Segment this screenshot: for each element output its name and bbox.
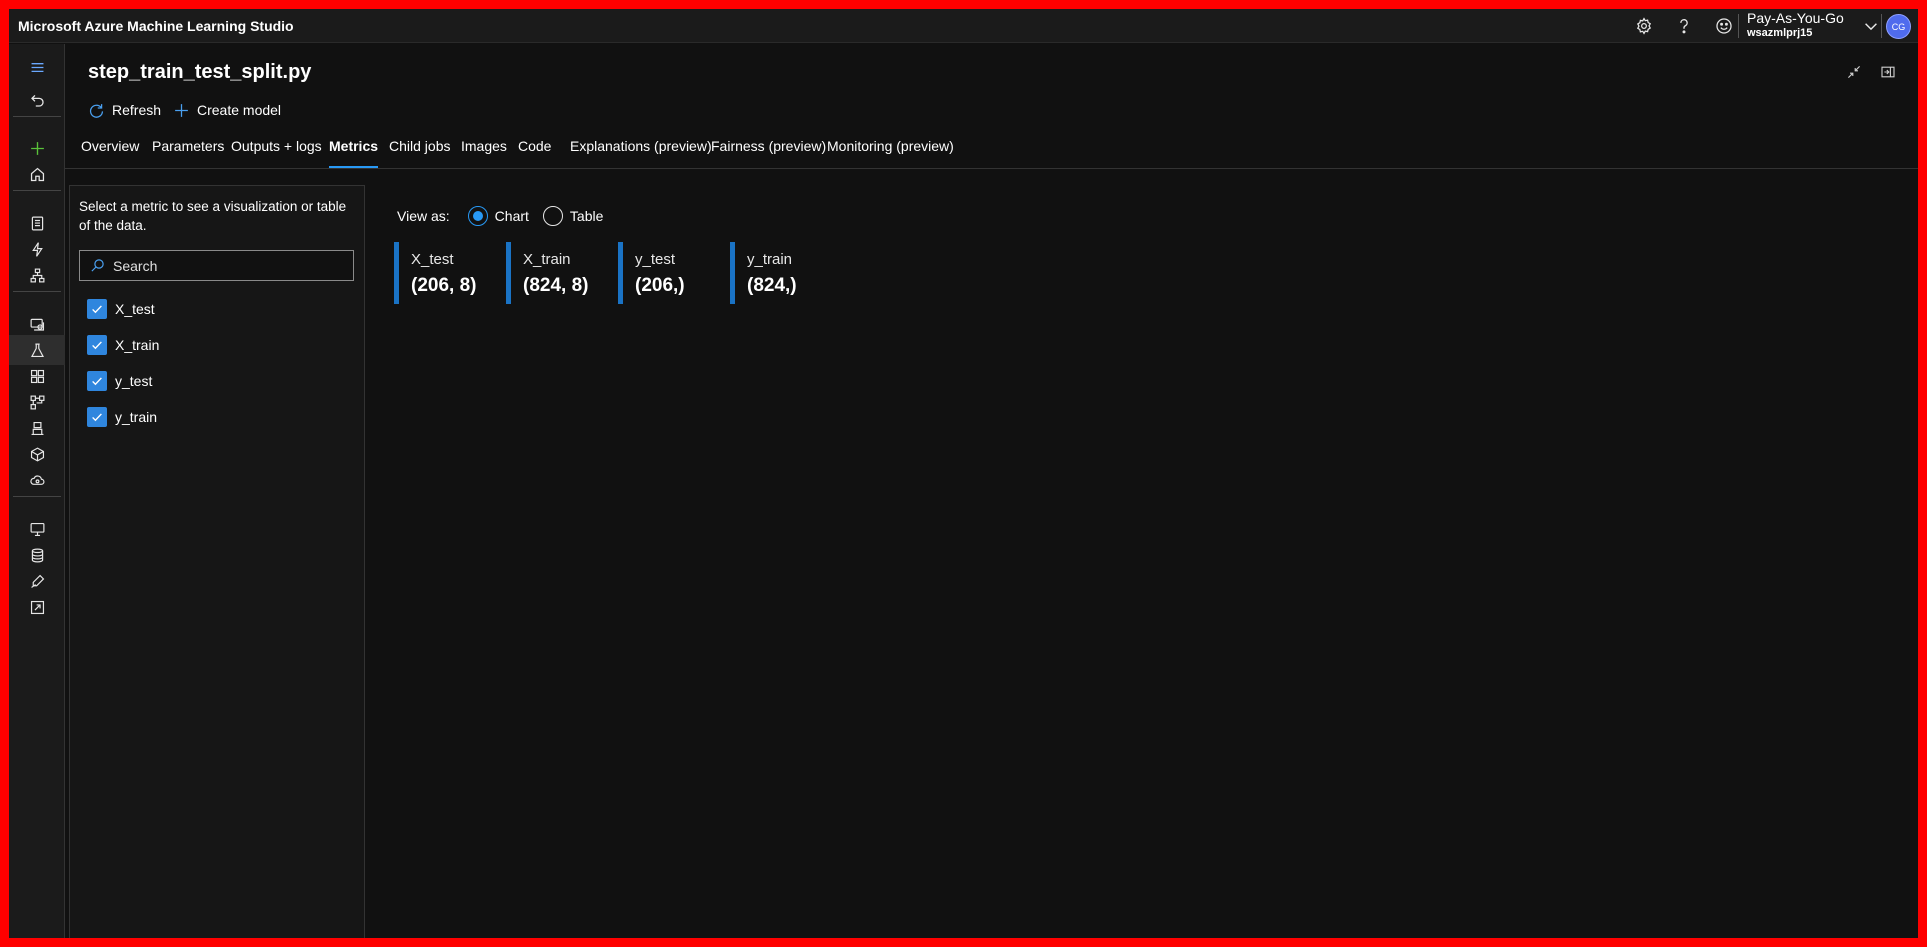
top-bar: Microsoft Azure Machine Learning Studio …	[9, 9, 1918, 43]
top-divider	[1881, 14, 1882, 38]
search-input[interactable]	[113, 257, 333, 274]
collapse-icon[interactable]	[1841, 61, 1867, 83]
metric-item-x-test[interactable]: X_test	[87, 298, 155, 320]
tab-images[interactable]: Images	[461, 138, 507, 168]
create-model-button[interactable]: Create model	[173, 99, 281, 121]
home-icon[interactable]	[9, 159, 65, 189]
avatar[interactable]: CG	[1886, 14, 1911, 39]
panel-toggle-icon[interactable]	[1875, 61, 1901, 83]
tile-name: y_train	[747, 251, 793, 268]
radio-selected[interactable]	[467, 206, 488, 226]
tab-child-jobs[interactable]: Child jobs	[389, 138, 450, 168]
tile-value: (206,)	[635, 275, 685, 296]
top-divider	[1738, 14, 1739, 38]
page-title: step_train_test_split.py	[88, 61, 312, 83]
radio-unselected[interactable]	[542, 206, 563, 226]
view-as-control: View as: Chart Table	[397, 205, 603, 227]
radio-chart[interactable]: Chart	[467, 206, 529, 226]
metric-label: X_train	[115, 337, 160, 353]
tab-parameters[interactable]: Parameters	[152, 138, 224, 168]
workspace-name[interactable]: wsazmlprj15	[1747, 27, 1812, 39]
refresh-icon	[89, 103, 104, 118]
radio-chart-label: Chart	[494, 208, 529, 224]
tab-outputs-logs[interactable]: Outputs + logs	[231, 138, 322, 168]
tab-overview[interactable]: Overview	[81, 138, 139, 168]
metric-tile-y-train: y_train (824,)	[730, 242, 830, 304]
nav-divider	[13, 116, 61, 117]
plus-icon	[175, 103, 188, 117]
tab-metrics[interactable]: Metrics	[329, 138, 379, 168]
tile-name: X_test	[411, 251, 454, 268]
checkbox-checked[interactable]	[87, 371, 107, 391]
linked-services-icon[interactable]	[9, 592, 65, 622]
metric-tile-y-test: y_test (206,)	[618, 242, 718, 304]
check-icon	[92, 413, 102, 422]
designer-icon[interactable]	[9, 260, 65, 290]
refresh-label: Refresh	[112, 102, 162, 118]
check-icon	[92, 377, 102, 386]
hamburger-menu-icon[interactable]	[9, 52, 65, 82]
settings-icon[interactable]	[1631, 14, 1657, 38]
metric-search[interactable]	[79, 250, 354, 281]
tile-name: X_train	[523, 251, 571, 268]
feedback-smiley-icon[interactable]	[1711, 14, 1737, 38]
tile-value: (824, 8)	[523, 275, 589, 296]
metric-tile-x-test: X_test (206, 8)	[394, 242, 494, 304]
app-title: Microsoft Azure Machine Learning Studio	[18, 18, 294, 34]
endpoints-icon[interactable]	[9, 465, 65, 495]
left-nav	[9, 44, 65, 938]
tab-explanations[interactable]: Explanations (preview)	[570, 138, 712, 168]
metric-tile-x-train: X_train (824, 8)	[506, 242, 606, 304]
view-as-label: View as:	[397, 208, 450, 224]
tile-value: (824,)	[747, 275, 797, 296]
subscription-name[interactable]: Pay-As-You-Go	[1747, 10, 1844, 26]
nav-divider	[13, 496, 61, 497]
create-model-label: Create model	[197, 102, 282, 118]
tab-fairness[interactable]: Fairness (preview)	[711, 138, 826, 168]
search-icon	[91, 259, 104, 272]
metric-item-x-train[interactable]: X_train	[87, 334, 159, 356]
tab-bar: Overview Parameters Outputs + logs Metri…	[65, 134, 1918, 169]
metric-label: X_test	[115, 301, 155, 317]
help-icon[interactable]	[1671, 14, 1697, 38]
metric-selection-panel: Select a metric to see a visualization o…	[69, 185, 365, 938]
tab-code[interactable]: Code	[518, 138, 551, 168]
app-window: Microsoft Azure Machine Learning Studio …	[9, 9, 1918, 938]
check-icon	[92, 341, 102, 350]
radio-table[interactable]: Table	[542, 206, 604, 226]
checkbox-checked[interactable]	[87, 335, 107, 355]
refresh-button[interactable]: Refresh	[88, 99, 161, 121]
metric-item-y-test[interactable]: y_test	[87, 370, 152, 392]
tile-value: (206, 8)	[411, 275, 477, 296]
tab-monitoring[interactable]: Monitoring (preview)	[827, 138, 954, 168]
checkbox-checked[interactable]	[87, 299, 107, 319]
nav-divider	[13, 190, 61, 191]
radio-table-label: Table	[569, 208, 604, 224]
panel-description: Select a metric to see a visualization o…	[79, 199, 347, 233]
checkbox-checked[interactable]	[87, 407, 107, 427]
check-icon	[92, 305, 102, 314]
metric-label: y_train	[115, 409, 158, 425]
metric-item-y-train[interactable]: y_train	[87, 406, 157, 428]
nav-divider	[13, 291, 61, 292]
back-icon[interactable]	[9, 85, 65, 115]
metric-label: y_test	[115, 373, 153, 389]
tile-name: y_test	[635, 251, 676, 268]
